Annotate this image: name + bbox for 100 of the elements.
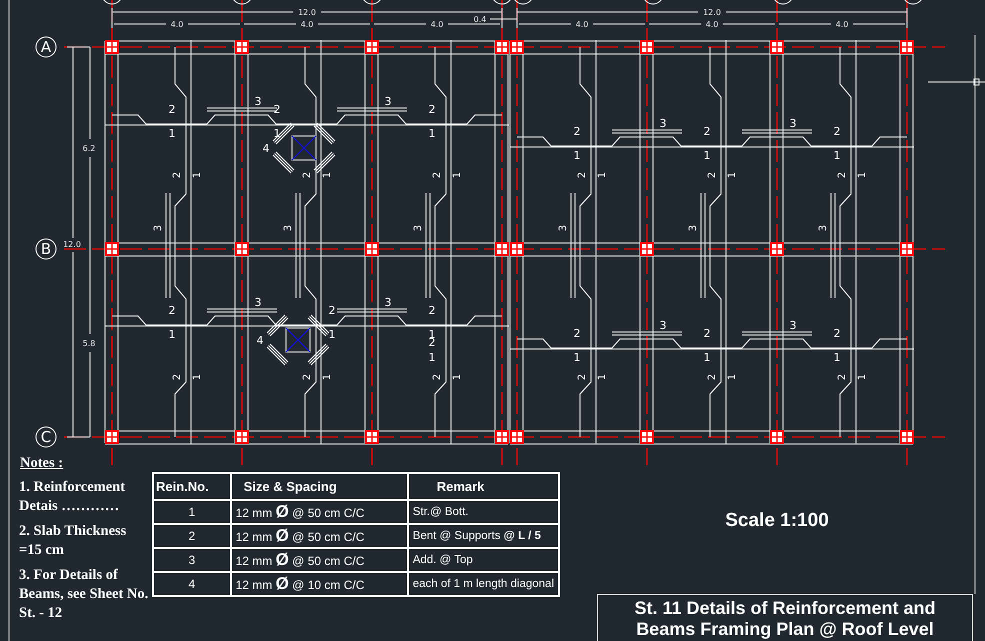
column-icon bbox=[510, 40, 524, 54]
dimension-label: 12.0 bbox=[298, 8, 316, 17]
bar-mark: 1 bbox=[192, 172, 203, 178]
bar-mark: 2 bbox=[302, 374, 313, 380]
bar-mark: 2 bbox=[704, 125, 710, 138]
column-icon bbox=[495, 40, 509, 54]
bar-mark: 1 bbox=[274, 127, 280, 140]
bar-mark: 3 bbox=[660, 319, 666, 332]
dimension-label: 4.0 bbox=[836, 20, 848, 29]
axis-bubble bbox=[642, 0, 664, 4]
bar-mark: 1 bbox=[168, 127, 176, 140]
bar-mark: 2 bbox=[328, 304, 336, 317]
dimension-label: 6.2 bbox=[82, 144, 96, 153]
column-icon bbox=[900, 40, 914, 54]
axis-bubble bbox=[36, 238, 56, 260]
bar-mark: 2 bbox=[837, 374, 848, 380]
bar-mark: 2 bbox=[707, 374, 718, 380]
bar-mark: 1 bbox=[704, 149, 710, 162]
column-icon bbox=[510, 242, 524, 256]
column-icon bbox=[770, 40, 784, 54]
bar-mark: 3 bbox=[153, 224, 164, 232]
axis-label: B bbox=[40, 240, 52, 258]
table-cell: 3 bbox=[153, 548, 231, 572]
note-text: 1. Reinforcement Detais ………… bbox=[19, 478, 126, 516]
bar-mark: 1 bbox=[597, 374, 608, 380]
dimension-label: 5.8 bbox=[82, 339, 96, 348]
dimension-label: 4.0 bbox=[300, 20, 314, 29]
bar-mark: 2 bbox=[837, 172, 848, 178]
bar-mark: 3 bbox=[688, 224, 699, 232]
bar-mark: 3 bbox=[558, 224, 569, 232]
bar-mark: 2 bbox=[168, 304, 176, 317]
bar-mark: 2 bbox=[172, 374, 183, 380]
bar-mark: 1 bbox=[834, 351, 840, 364]
bar-mark: 2 bbox=[168, 103, 176, 116]
bar-mark: 2 bbox=[577, 172, 588, 178]
column-icon bbox=[640, 242, 654, 256]
column-icon bbox=[495, 430, 509, 444]
dimension-label: 12.0 bbox=[63, 240, 81, 249]
table-cell: 12 mm Ø @ 50 cm C/C bbox=[230, 548, 408, 572]
column-header: Remark bbox=[408, 473, 559, 500]
bar-mark: 2 bbox=[834, 327, 840, 340]
bar-mark: 2 bbox=[432, 374, 443, 380]
bar-mark: 1 bbox=[857, 374, 868, 380]
bar-mark: 4 bbox=[256, 334, 264, 347]
axis-bubble bbox=[902, 0, 924, 4]
table-cell: 12 mm Ø @ 50 cm C/C bbox=[230, 500, 408, 524]
drawing-title: St. 11 Details of Reinforcement and bbox=[633, 598, 937, 619]
bar-mark: 1 bbox=[834, 149, 840, 162]
axis-bubble bbox=[772, 0, 794, 4]
column-icon bbox=[105, 242, 119, 256]
bar-mark: 1 bbox=[428, 351, 436, 364]
table-cell: 1 bbox=[153, 500, 231, 524]
table-cell: Add. @ Top bbox=[408, 548, 559, 572]
table-cell: 2 bbox=[153, 524, 231, 548]
bar-mark: 1 bbox=[322, 172, 333, 178]
bar-mark: 3 bbox=[818, 224, 829, 232]
table-cell: Bent @ Supports @ L / 5 bbox=[408, 524, 559, 548]
dimension-label: 12.0 bbox=[703, 8, 721, 17]
column-icon bbox=[365, 40, 379, 54]
bar-mark: 3 bbox=[790, 117, 796, 130]
bar-mark: 3 bbox=[413, 224, 424, 232]
bar-mark: 1 bbox=[574, 149, 580, 162]
drawing-title: Beams Framing Plan @ Roof Level bbox=[635, 619, 935, 640]
axis-bubble bbox=[36, 36, 56, 58]
bar-mark: 3 bbox=[790, 319, 796, 332]
opening-icon bbox=[286, 328, 310, 352]
axis-label: A bbox=[40, 38, 52, 56]
table-cell: each of 1 m length diagonal bbox=[408, 572, 559, 596]
note-text: 3. For Details of Beams, see Sheet No. St. - 12 bbox=[19, 566, 149, 623]
column-icon bbox=[495, 242, 509, 256]
bar-mark: 2 bbox=[707, 172, 718, 178]
bar-mark: 1 bbox=[452, 172, 463, 178]
axis-label: C bbox=[40, 428, 52, 446]
bar-mark: 1 bbox=[704, 351, 710, 364]
bar-mark: 2 bbox=[577, 374, 588, 380]
dimension-label: 4.0 bbox=[706, 20, 718, 29]
column-icon bbox=[365, 430, 379, 444]
scale-label: Scale 1:100 bbox=[724, 510, 830, 532]
bar-mark: 3 bbox=[384, 95, 392, 108]
bar-mark: 2 bbox=[172, 172, 183, 178]
bar-mark: 3 bbox=[254, 95, 262, 108]
column-icon bbox=[770, 430, 784, 444]
bar-mark: 2 bbox=[704, 327, 710, 340]
column-icon bbox=[105, 430, 119, 444]
bar-mark: 2 bbox=[574, 327, 580, 340]
column-icon bbox=[235, 430, 249, 444]
opening-icon bbox=[292, 136, 316, 160]
bar-mark: 4 bbox=[262, 142, 270, 155]
column-icon bbox=[235, 242, 249, 256]
bar-mark: 2 bbox=[834, 125, 840, 138]
column-icon bbox=[365, 242, 379, 256]
bar-mark: 2 bbox=[574, 125, 580, 138]
axis-bubble bbox=[362, 0, 382, 4]
bar-mark: 1 bbox=[322, 374, 333, 380]
axis-bubble bbox=[232, 0, 252, 4]
bar-mark: 3 bbox=[283, 224, 294, 232]
bar-mark: 2 bbox=[428, 304, 436, 317]
column-icon bbox=[105, 40, 119, 54]
bar-mark: 1 bbox=[597, 172, 608, 178]
dimension-label: 0.4 bbox=[474, 15, 486, 24]
